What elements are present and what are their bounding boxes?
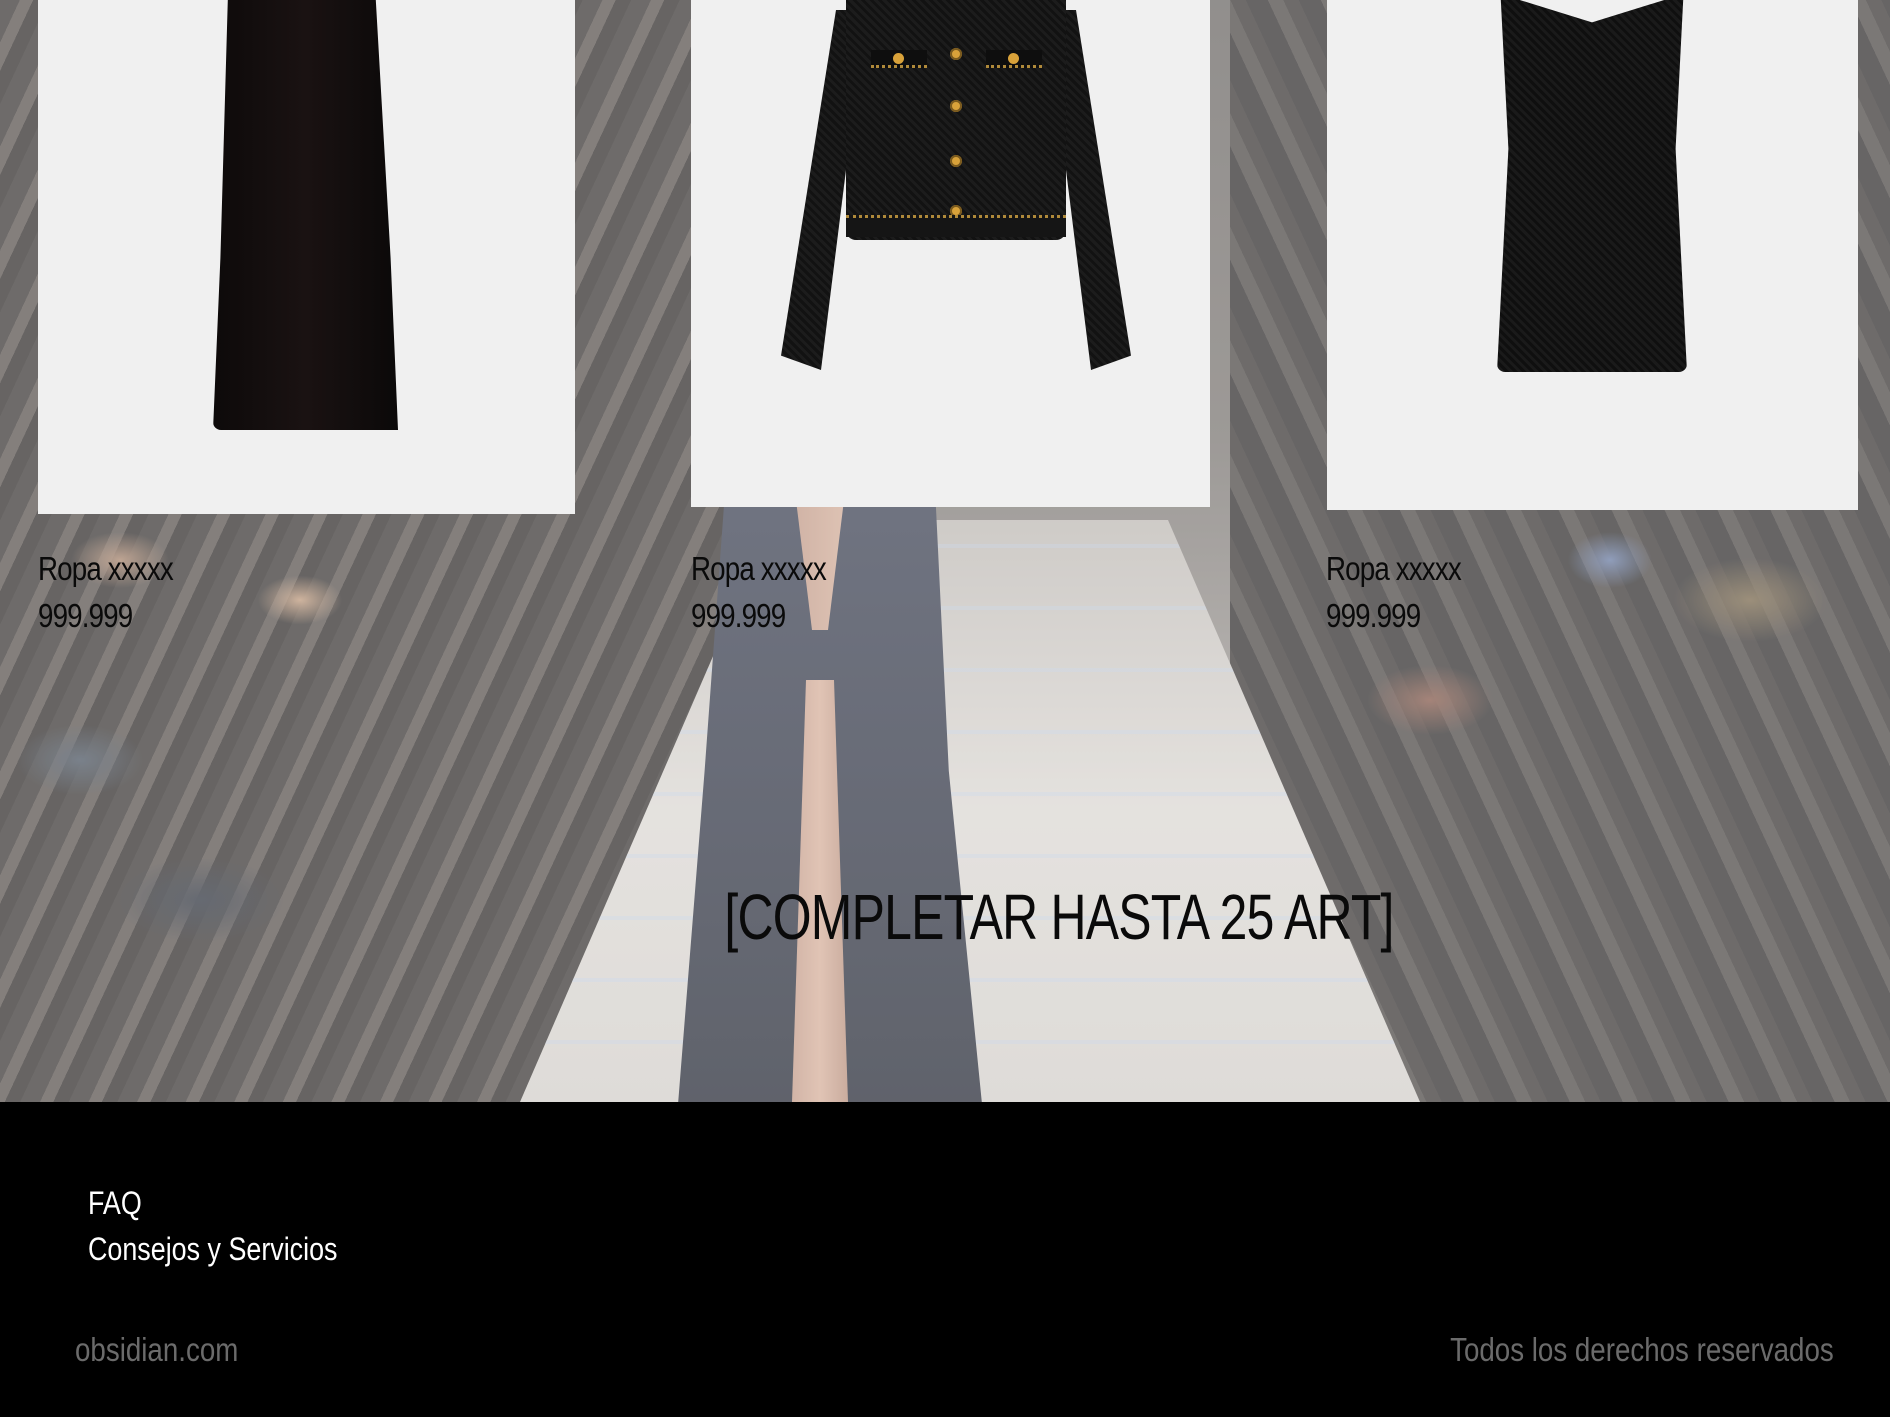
- product-image-jacket: [766, 0, 1146, 372]
- product-price: 999.999: [691, 597, 786, 634]
- site-footer: FAQ Consejos y Servicios obsidian.com To…: [0, 1102, 1890, 1417]
- placeholder-note: [COMPLETAR HASTA 25 ART]: [630, 880, 1394, 954]
- product-card-3[interactable]: [1327, 0, 1858, 510]
- product-image-short-dress: [1497, 0, 1687, 372]
- product-price: 999.999: [38, 597, 133, 634]
- product-price: 999.999: [1326, 597, 1421, 634]
- footer-links: FAQ Consejos y Servicios: [88, 1180, 385, 1272]
- product-card-2[interactable]: [691, 0, 1210, 507]
- product-card-1[interactable]: [38, 0, 575, 514]
- product-image-long-dress: [213, 0, 398, 430]
- product-name[interactable]: Ropa xxxxx: [1326, 545, 1462, 592]
- footer-link-faq[interactable]: FAQ: [88, 1180, 337, 1226]
- footer-brand: obsidian.com: [75, 1331, 239, 1368]
- footer-link-consejos-servicios[interactable]: Consejos y Servicios: [88, 1226, 337, 1272]
- product-name[interactable]: Ropa xxxxx: [38, 545, 174, 592]
- footer-copyright: Todos los derechos reservados: [1450, 1331, 1834, 1368]
- placeholder-text: [COMPLETAR HASTA 25 ART]: [724, 881, 1394, 953]
- product-info-2[interactable]: Ropa xxxxx 999.999: [691, 545, 852, 639]
- product-info-1[interactable]: Ropa xxxxx 999.999: [38, 545, 199, 639]
- product-info-3[interactable]: Ropa xxxxx 999.999: [1326, 545, 1487, 639]
- product-name[interactable]: Ropa xxxxx: [691, 545, 827, 592]
